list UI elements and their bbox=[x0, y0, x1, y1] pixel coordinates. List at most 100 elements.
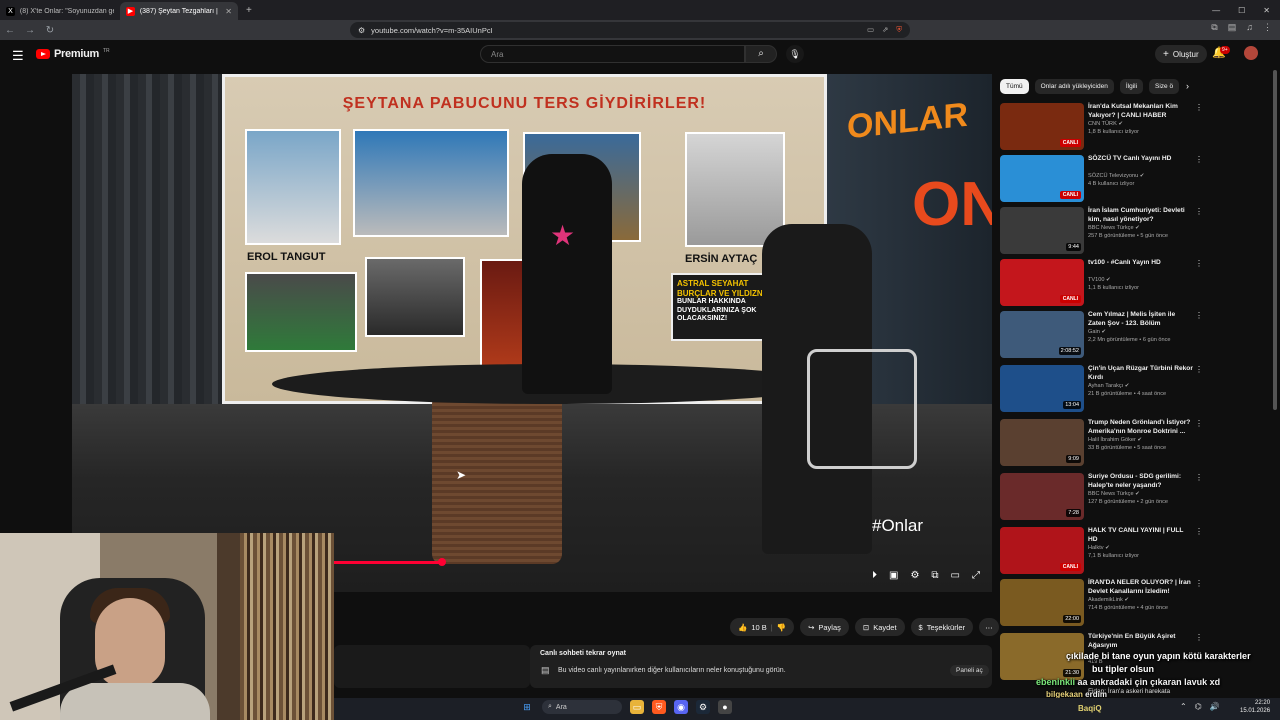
chip-from-uploader[interactable]: Onlar adılı yükleyiciden bbox=[1034, 79, 1114, 94]
thanks-button[interactable]: $ Teşekkürler bbox=[910, 618, 974, 636]
more-options-icon[interactable]: ⋮ bbox=[1195, 419, 1203, 428]
new-tab-button[interactable]: + bbox=[238, 5, 260, 16]
recommendation-item[interactable]: 2:08:52 Cem Yılmaz | Melis İşiten ile Zat… bbox=[1000, 311, 1205, 361]
more-options-icon[interactable]: ⋮ bbox=[1195, 155, 1203, 164]
more-options-icon[interactable]: ⋮ bbox=[1195, 311, 1203, 320]
like-button[interactable]: 👍 10 B | 👎 bbox=[730, 618, 795, 636]
taskbar-clock[interactable]: 22:20 15.01.2026 bbox=[1240, 700, 1270, 716]
more-options-icon[interactable]: ⋮ bbox=[1195, 473, 1203, 482]
youtube-logo[interactable]: Premium TR bbox=[36, 48, 110, 60]
reload-icon[interactable]: ↻ bbox=[40, 25, 60, 36]
recommendation-item[interactable]: CANLI İran'da Kutsal Mekanları Kim Yakıyo… bbox=[1000, 103, 1205, 153]
chip-all[interactable]: Tümü bbox=[1000, 79, 1029, 94]
recommendation-item[interactable]: 9:44 İran İslam Cumhuriyeti: Devleti kim,… bbox=[1000, 207, 1205, 257]
recommendation-item[interactable]: CANLI SÖZCÜ TV Canlı Yayını HD SÖZCÜ Telev… bbox=[1000, 155, 1205, 205]
recommendation-item[interactable]: 22:00 İRAN'DA NELER OLUYOR? | İran Devlet… bbox=[1000, 579, 1205, 629]
chip-for-you[interactable]: Size ö bbox=[1149, 79, 1180, 94]
more-options-icon[interactable]: ⋮ bbox=[1195, 259, 1203, 268]
shield-icon[interactable]: ⛨ bbox=[896, 25, 902, 35]
recommendation-item[interactable]: 7:28 Suriye Ordusu - SDG gerilimi: Halep'… bbox=[1000, 473, 1205, 523]
chevron-up-icon[interactable]: ⌃ bbox=[1180, 702, 1187, 711]
taskbar-search[interactable]: ⌕ Ara bbox=[542, 700, 622, 714]
maximize-icon[interactable]: ☐ bbox=[1238, 6, 1245, 15]
create-button[interactable]: + Oluştur bbox=[1155, 45, 1207, 63]
close-tab-icon[interactable]: ✕ bbox=[225, 7, 232, 16]
site-info-icon[interactable]: ⚙ bbox=[358, 26, 365, 35]
more-actions-button[interactable]: ⋯ bbox=[979, 618, 999, 636]
video-thumbnail[interactable]: 13:04 bbox=[1000, 365, 1084, 412]
recommendation-item[interactable]: 9:09 Trump Neden Grönland'ı İstiyor? Amer… bbox=[1000, 419, 1205, 469]
bookshelf bbox=[240, 533, 334, 720]
windows-start-icon[interactable]: ⊞ bbox=[520, 700, 534, 714]
video-thumbnail[interactable]: CANLI bbox=[1000, 259, 1084, 306]
video-thumbnail[interactable]: 7:28 bbox=[1000, 473, 1084, 520]
voice-search-button[interactable]: 🎙 bbox=[786, 45, 804, 63]
progress-scrubber[interactable] bbox=[438, 558, 446, 566]
share-button[interactable]: ↪ Paylaş bbox=[800, 618, 849, 636]
brave-browser-icon[interactable]: ⛨ bbox=[652, 700, 666, 714]
recommendation-channel: BBC News Türkçe ✔ bbox=[1088, 225, 1140, 231]
more-options-icon[interactable]: ⋮ bbox=[1195, 579, 1203, 588]
forward-icon[interactable]: → bbox=[20, 25, 40, 36]
url-bar[interactable]: ⚙ youtube.com/watch?v=m-35AIUnPcI ▭ ⇗ ⛨ bbox=[350, 22, 910, 38]
chat-username: ebeninkii bbox=[1036, 677, 1076, 687]
miniplayer-icon[interactable]: ⧉ bbox=[931, 570, 938, 581]
install-icon[interactable]: ▭ bbox=[867, 25, 874, 35]
subtitles-icon[interactable]: ▣ bbox=[889, 570, 898, 581]
video-thumbnail[interactable]: 22:00 bbox=[1000, 579, 1084, 626]
obs-icon[interactable]: ● bbox=[718, 700, 732, 714]
duration-badge: 21:30 bbox=[1063, 669, 1081, 677]
tab-x[interactable]: X (8) X'te Onlar: "Soyunuzdan gelen g… bbox=[0, 2, 120, 20]
mouse-cursor-icon: ➤ bbox=[456, 468, 467, 482]
video-thumbnail[interactable]: CANLI bbox=[1000, 103, 1084, 150]
share-page-icon[interactable]: ⇗ bbox=[882, 25, 888, 35]
volume-icon[interactable]: 🔊 bbox=[1210, 702, 1220, 711]
search-button[interactable]: ⌕ bbox=[745, 45, 777, 63]
save-button[interactable]: ⊡ Kaydet bbox=[854, 618, 905, 636]
video-player[interactable]: ONLAR ON ŞEYTANA PABUCUNU TERS GİYDİRİRL… bbox=[72, 74, 992, 592]
extensions-icon[interactable]: ⧉ bbox=[1211, 22, 1217, 33]
fullscreen-icon[interactable]: ⤢ bbox=[972, 570, 980, 581]
settings-gear-icon[interactable]: ⚙ bbox=[910, 570, 919, 581]
music-icon[interactable]: ♫ bbox=[1246, 22, 1253, 33]
more-options-icon[interactable]: ⋮ bbox=[1195, 365, 1203, 374]
theater-mode-icon[interactable]: ▭ bbox=[951, 570, 960, 581]
file-explorer-icon[interactable]: ▭ bbox=[630, 700, 644, 714]
overlay-chat-line-1: çıkilade bi tane oyun yapın kötü karakte… bbox=[1066, 651, 1251, 661]
scrollbar[interactable] bbox=[1273, 70, 1277, 410]
more-options-icon[interactable]: ⋮ bbox=[1195, 103, 1203, 112]
search-input[interactable]: Ara bbox=[480, 45, 745, 63]
chip-related[interactable]: İlgili bbox=[1119, 79, 1144, 94]
close-window-icon[interactable]: ✕ bbox=[1263, 6, 1270, 15]
avatar[interactable] bbox=[1244, 46, 1258, 60]
duration-badge: 2:08:52 bbox=[1058, 347, 1081, 355]
sidebar-icon[interactable]: ▤ bbox=[1228, 22, 1237, 33]
recommendation-item[interactable]: 13:04 Çin'in Uçan Rüzgar Türbini Rekor Kı… bbox=[1000, 365, 1205, 415]
discord-icon[interactable]: ◉ bbox=[674, 700, 688, 714]
like-count: 10 B bbox=[751, 622, 767, 632]
minimize-icon[interactable]: — bbox=[1212, 6, 1220, 15]
tab-youtube[interactable]: ▶ (387) Şeytan Tezgahları | Doğ… ✕ bbox=[120, 2, 238, 20]
video-thumbnail[interactable]: 2:08:52 bbox=[1000, 311, 1084, 358]
video-thumbnail[interactable]: 9:09 bbox=[1000, 419, 1084, 466]
more-options-icon[interactable]: ⋮ bbox=[1195, 207, 1203, 216]
hamburger-menu-icon[interactable]: ☰ bbox=[12, 48, 24, 64]
video-thumbnail[interactable]: 9:44 bbox=[1000, 207, 1084, 254]
steam-icon[interactable]: ⚙ bbox=[696, 700, 710, 714]
thumbs-down-icon[interactable]: 👎 bbox=[777, 623, 786, 632]
more-options-icon[interactable]: ⋮ bbox=[1195, 633, 1203, 642]
recommendation-meta: 127 B görüntüleme • 2 gün önce bbox=[1088, 499, 1169, 505]
chevron-right-icon[interactable]: › bbox=[1186, 81, 1189, 91]
menu-icon[interactable]: ⋮ bbox=[1263, 22, 1272, 33]
streamer-webcam bbox=[0, 533, 334, 720]
video-thumbnail[interactable]: CANLI bbox=[1000, 155, 1084, 202]
recommendation-item[interactable]: CANLI tv100 - #Canlı Yayın HD TV100 ✔ 1,1 B… bbox=[1000, 259, 1205, 309]
video-actions: 👍 10 B | 👎 ↪ Paylaş ⊡ Kaydet $ Teşekkürl… bbox=[730, 618, 999, 636]
network-icon[interactable]: ⌬ bbox=[1195, 702, 1202, 711]
recommendation-item[interactable]: CANLI HALK TV CANLI YAYINI | FULL HD Halkt… bbox=[1000, 527, 1205, 577]
video-thumbnail[interactable]: CANLI bbox=[1000, 527, 1084, 574]
open-panel-button[interactable]: Paneli aç bbox=[950, 665, 989, 676]
more-options-icon[interactable]: ⋮ bbox=[1195, 527, 1203, 536]
back-icon[interactable]: ← bbox=[0, 25, 20, 36]
autoplay-toggle-icon[interactable]: ⏵ bbox=[872, 570, 877, 581]
